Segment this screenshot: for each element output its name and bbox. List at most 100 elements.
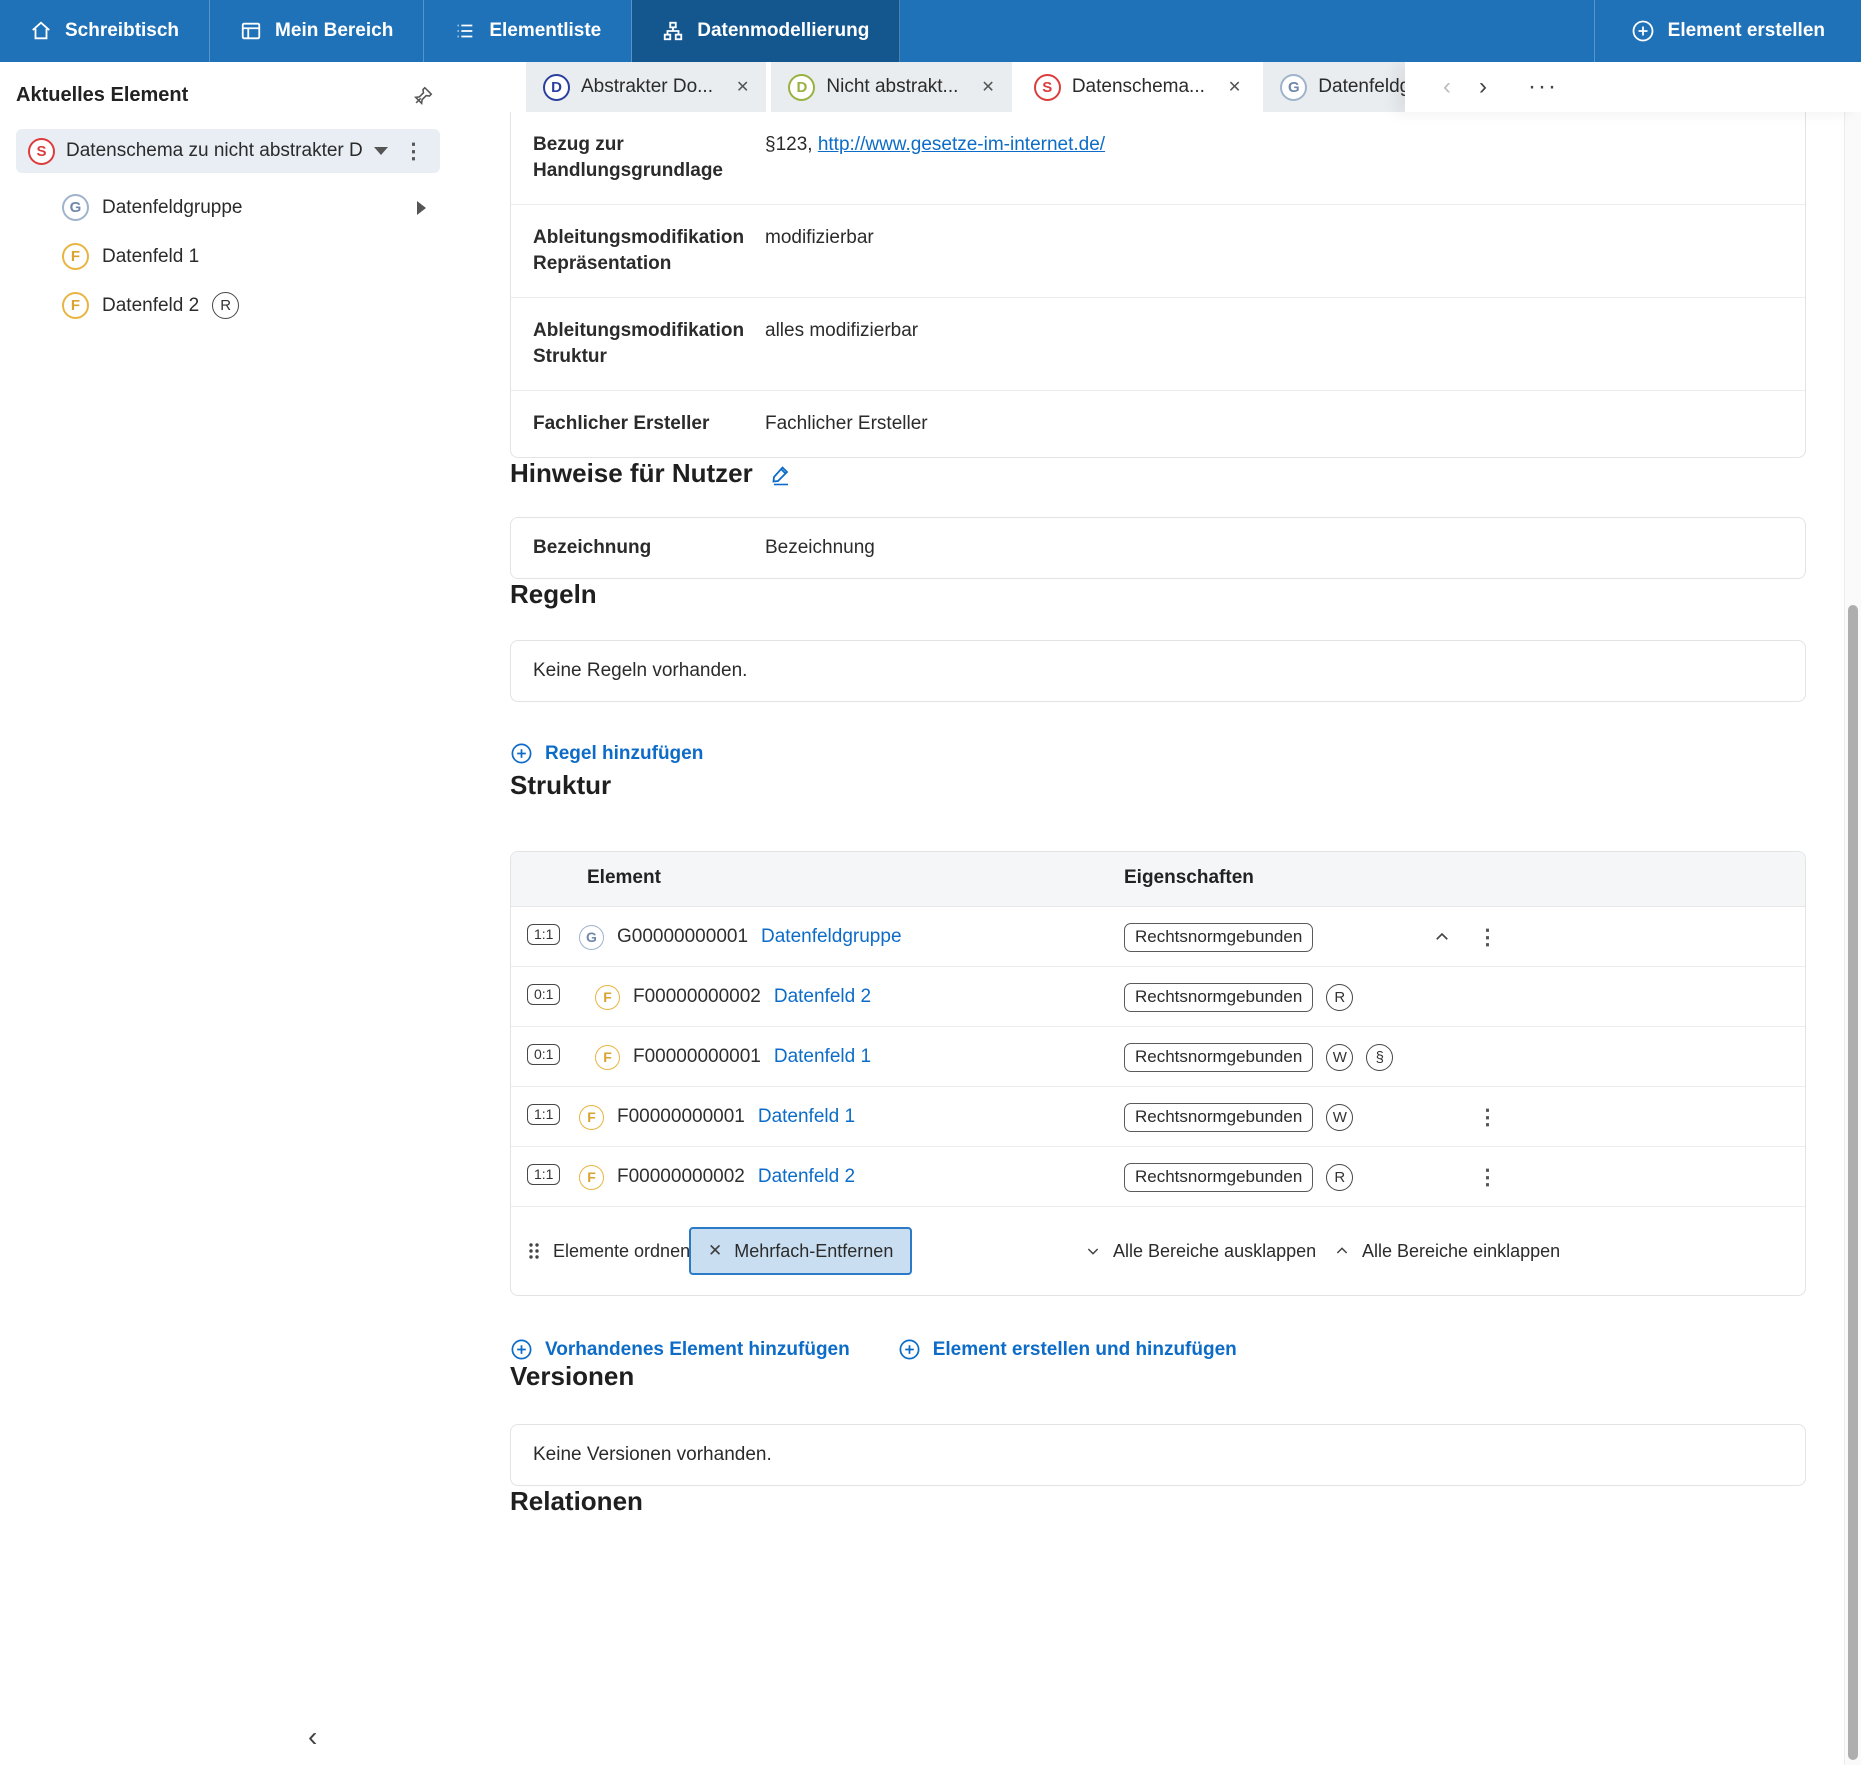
nav-item-label: Datenmodellierung xyxy=(697,20,869,42)
pin-icon[interactable] xyxy=(412,85,434,107)
section-title: Struktur xyxy=(510,770,611,801)
nav-item-label: Schreibtisch xyxy=(65,20,179,42)
field-type-badge: F xyxy=(579,1165,604,1190)
element-id: G00000000001 xyxy=(617,926,748,948)
element-id: F00000000002 xyxy=(633,986,761,1008)
scrollbar-track[interactable] xyxy=(1844,112,1861,1765)
scrollbar-thumb[interactable] xyxy=(1848,605,1858,1760)
collapse-group-icon[interactable] xyxy=(1433,907,1451,967)
document-type-badge: D xyxy=(543,74,570,101)
element-cell: G G00000000001 Datenfeldgruppe xyxy=(579,907,902,967)
element-name-link[interactable]: Datenfeld 1 xyxy=(758,1106,855,1128)
detail-row: Fachlicher Ersteller Fachlicher Erstelle… xyxy=(511,391,1805,457)
section-heading-regeln: Regeln xyxy=(510,579,1806,610)
detail-row: Bezeichnung Bezeichnung xyxy=(511,518,1805,578)
properties-cell: Rechtsnormgebunden R xyxy=(1124,967,1353,1027)
list-icon xyxy=(454,20,476,42)
detail-label: Ableitungsmodifikation Struktur xyxy=(533,318,743,370)
regeln-card: Keine Regeln vorhanden. xyxy=(510,640,1806,702)
tree-item-datenfeld-1[interactable]: F Datenfeld 1 xyxy=(62,232,456,281)
tab-abstraktes-dokument[interactable]: D Abstrakter Do... ✕ xyxy=(526,62,766,112)
nav-item-elementliste[interactable]: Elementliste xyxy=(424,0,632,62)
sidebar-header: Aktuelles Element xyxy=(0,62,456,107)
order-elements-button[interactable]: Elemente ordnen xyxy=(527,1207,690,1295)
kebab-menu-icon[interactable]: ⋮ xyxy=(399,141,428,162)
section-title: Regeln xyxy=(510,579,597,610)
rule-badge: R xyxy=(1326,984,1353,1011)
tabs-more-icon[interactable]: ··· xyxy=(1525,75,1561,99)
field-type-badge: F xyxy=(62,292,89,319)
close-icon[interactable]: ✕ xyxy=(736,77,749,97)
section-title: Versionen xyxy=(510,1361,634,1392)
kebab-menu-icon[interactable]: ⋮ xyxy=(1473,1087,1502,1147)
table-row: 0:1 F F00000000001 Datenfeld 1 Rechtsnor… xyxy=(511,1027,1805,1087)
field-type-badge: F xyxy=(595,985,620,1010)
create-and-add-element-button[interactable]: Element erstellen und hinzufügen xyxy=(898,1338,1237,1361)
multiplicity-badge: 0:1 xyxy=(527,1044,560,1065)
tree-item-datenfeld-2[interactable]: F Datenfeld 2 R xyxy=(62,281,456,330)
detail-value: modifizierbar xyxy=(765,225,874,277)
close-icon[interactable]: ✕ xyxy=(1228,77,1241,97)
chevron-right-icon[interactable] xyxy=(417,201,426,215)
rule-badge: R xyxy=(1326,1164,1353,1191)
collapse-all-label: Alle Bereiche einklappen xyxy=(1362,1241,1560,1262)
element-name-link[interactable]: Datenfeld 2 xyxy=(758,1166,855,1188)
create-element-button[interactable]: Element erstellen xyxy=(1594,0,1861,62)
legal-reference-link[interactable]: http://www.gesetze-im-internet.de/ xyxy=(818,134,1105,155)
nav-item-schreibtisch[interactable]: Schreibtisch xyxy=(0,0,210,62)
tab-datenschema[interactable]: S Datenschema... ✕ xyxy=(1017,62,1258,112)
struktur-table-header: Element Eigenschaften xyxy=(511,852,1805,907)
properties-cell: Rechtsnormgebunden R xyxy=(1124,1147,1353,1207)
tabs-next-icon[interactable]: › xyxy=(1465,75,1501,99)
versionen-card: Keine Versionen vorhanden. xyxy=(510,1424,1806,1486)
kebab-menu-icon[interactable]: ⋮ xyxy=(1473,907,1502,967)
element-name-link[interactable]: Datenfeld 1 xyxy=(774,1046,871,1068)
sidebar-title: Aktuelles Element xyxy=(16,84,188,107)
element-cell: F F00000000002 Datenfeld 2 xyxy=(579,1147,855,1207)
table-row: 1:1 F F00000000002 Datenfeld 2 Rechtsnor… xyxy=(511,1147,1805,1207)
add-rule-button[interactable]: Regel hinzufügen xyxy=(510,742,703,765)
tree-item-datenfeldgruppe[interactable]: G Datenfeldgruppe xyxy=(62,183,456,232)
multiplicity-badge: 0:1 xyxy=(527,984,560,1005)
chevron-up-icon xyxy=(1334,1243,1350,1259)
close-icon[interactable]: ✕ xyxy=(981,77,994,97)
detail-label: Bezug zur Handlungsgrundlage xyxy=(533,132,743,184)
element-name-link[interactable]: Datenfeldgruppe xyxy=(761,926,902,948)
element-name-link[interactable]: Datenfeld 2 xyxy=(774,986,871,1008)
tab-label: Datenschema... xyxy=(1072,76,1205,98)
nav-item-datenmodellierung[interactable]: Datenmodellierung xyxy=(632,0,900,62)
table-row: 1:1 F F00000000001 Datenfeld 1 Rechtsnor… xyxy=(511,1087,1805,1147)
current-element-sidebar: Aktuelles Element S Datenschema zu nicht… xyxy=(0,62,456,1765)
detail-row: Ableitungsmodifikation Repräsentation mo… xyxy=(511,205,1805,298)
tab-label: Nicht abstrakt... xyxy=(826,76,958,98)
collapse-all-button[interactable]: Alle Bereiche einklappen xyxy=(1334,1207,1560,1295)
element-id: F00000000002 xyxy=(617,1166,745,1188)
add-existing-element-button[interactable]: Vorhandenes Element hinzufügen xyxy=(510,1338,850,1361)
element-details-card: Bezug zur Handlungsgrundlage §123, http:… xyxy=(510,112,1806,458)
detail-value: Fachlicher Ersteller xyxy=(765,411,928,437)
plus-circle-icon xyxy=(1631,19,1655,43)
chevron-down-icon[interactable] xyxy=(374,147,388,155)
schema-type-badge: S xyxy=(28,138,55,165)
group-type-badge: G xyxy=(1280,74,1307,101)
field-type-badge: F xyxy=(579,1105,604,1130)
expand-all-button[interactable]: Alle Bereiche ausklappen xyxy=(1085,1207,1316,1295)
tabs-prev-icon[interactable]: ‹ xyxy=(1429,75,1465,99)
rechtsnorm-chip: Rechtsnormgebunden xyxy=(1124,983,1313,1012)
sidebar-collapse-icon[interactable]: ‹ xyxy=(308,1723,317,1751)
tab-nicht-abstraktes-dokument[interactable]: D Nicht abstrakt... ✕ xyxy=(771,62,1011,112)
rechtsnorm-chip: Rechtsnormgebunden xyxy=(1124,1103,1313,1132)
hinweise-card: Bezeichnung Bezeichnung xyxy=(510,517,1806,579)
rechtsnorm-chip: Rechtsnormgebunden xyxy=(1124,923,1313,952)
sitemap-icon xyxy=(662,20,684,42)
properties-cell: Rechtsnormgebunden xyxy=(1124,907,1313,967)
sidebar-selected-element[interactable]: S Datenschema zu nicht abstrakter Doku..… xyxy=(16,129,440,173)
kebab-menu-icon[interactable]: ⋮ xyxy=(1473,1147,1502,1207)
workspace-icon xyxy=(240,20,262,42)
document-type-badge: D xyxy=(788,74,815,101)
edit-pencil-icon[interactable] xyxy=(769,462,793,486)
multi-remove-button[interactable]: ✕ Mehrfach-Entfernen xyxy=(689,1227,912,1275)
nav-item-mein-bereich[interactable]: Mein Bereich xyxy=(210,0,424,62)
regeln-empty-text: Keine Regeln vorhanden. xyxy=(511,641,1805,701)
element-detail-panel: Bezug zur Handlungsgrundlage §123, http:… xyxy=(456,112,1861,1765)
